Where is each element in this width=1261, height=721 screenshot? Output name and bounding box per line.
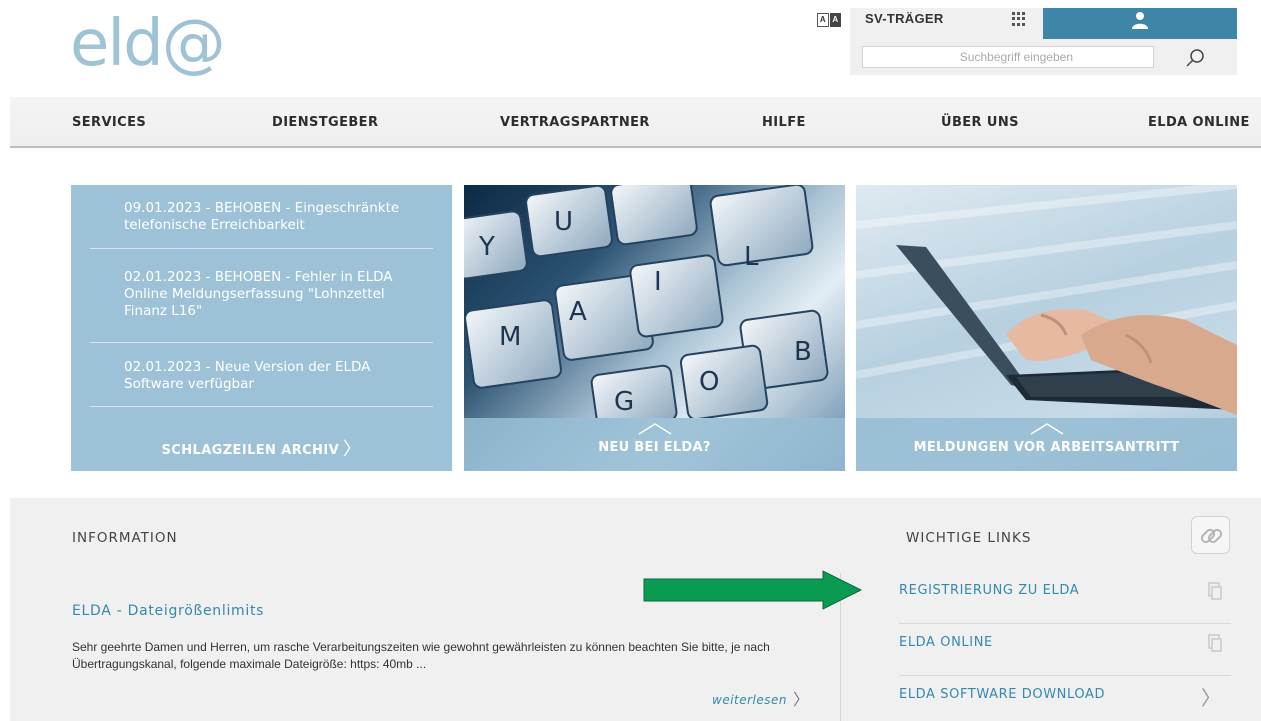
sv-traeger-link[interactable]: SV-TRÄGER [865,11,944,26]
article-title[interactable]: ELDA - Dateigrößenlimits [72,603,264,619]
apps-grid-icon[interactable] [1012,12,1026,26]
read-more-label: weiterlesen [712,693,788,707]
meldungen-caption[interactable]: MELDUNGEN VOR ARBEITSANTRITT [856,418,1237,471]
news-item[interactable]: 02.01.2023 - Neue Version der ELDA Softw… [90,359,433,407]
keyboard-image: Y U L M A I B O G [464,185,829,418]
nav-elda-online[interactable]: ELDA ONLINE [1148,97,1250,148]
links-heading: WICHTIGE LINKS [906,530,1032,546]
key-letter: L [744,242,759,272]
key-letter: G [614,387,634,417]
chevron-right-icon: 〉 [343,439,362,460]
document-icon [1208,634,1222,652]
font-size-small[interactable]: A [817,13,829,27]
news-item[interactable]: 02.01.2023 - BEHOBEN - Fehler in ELDA On… [90,269,433,343]
link-registrierung[interactable]: REGISTRIERUNG ZU ELDA [899,572,1231,624]
article-body: Sehr geehrte Damen und Herren, um rasche… [72,640,770,671]
key-letter: I [654,267,662,297]
news-archive-link[interactable]: SCHLAGZEILEN ARCHIV 〉 [71,435,452,461]
link-label: REGISTRIERUNG ZU ELDA [899,583,1080,598]
neu-bei-elda-label: NEU BEI ELDA? [598,440,711,455]
link-label: ELDA ONLINE [899,635,993,650]
document-icon [1208,582,1222,600]
chevron-right-icon: 〉 [1201,688,1221,710]
key-letter: Y [478,232,495,262]
font-size-large[interactable]: A [829,13,841,27]
information-heading: INFORMATION [72,530,178,546]
search-icon[interactable] [1184,47,1206,69]
chevron-up-icon [638,423,671,435]
key-letter: B [794,337,812,367]
news-archive-label: SCHLAGZEILEN ARCHIV [161,443,340,458]
news-item[interactable]: 09.01.2023 - BEHOBEN - Eingeschränkte te… [90,200,433,249]
nav-hilfe[interactable]: HILFE [762,97,806,148]
link-elda-online[interactable]: ELDA ONLINE [899,624,1231,676]
link-label: ELDA SOFTWARE DOWNLOAD [899,687,1106,702]
search-input[interactable] [862,46,1154,68]
neu-bei-elda-caption[interactable]: NEU BEI ELDA? [464,418,845,471]
laptop-image [856,185,1237,415]
font-size-toggle[interactable]: A A [817,13,841,27]
chevron-up-icon [1030,423,1063,435]
key-letter: M [499,322,521,352]
key-letter: U [554,207,573,237]
meldungen-tile[interactable]: MELDUNGEN VOR ARBEITSANTRITT [856,185,1237,471]
nav-vertragspartner[interactable]: VERTRAGSPARTNER [500,97,650,148]
main-navigation: SERVICES DIENSTGEBER VERTRAGSPARTNER HIL… [10,97,1261,148]
meldungen-label: MELDUNGEN VOR ARBEITSANTRITT [913,440,1180,455]
green-arrow-annotation [643,570,863,610]
news-tile: 09.01.2023 - BEHOBEN - Eingeschränkte te… [71,185,452,471]
nav-services[interactable]: SERVICES [72,97,146,148]
neu-bei-elda-tile[interactable]: Y U L M A I B O G NEU BEI ELDA? [464,185,845,471]
link-software-download[interactable]: ELDA SOFTWARE DOWNLOAD 〉 [899,676,1231,721]
read-more-link[interactable]: weiterlesen 〉 [712,686,810,710]
link-icon [1191,516,1230,554]
nav-dienstgeber[interactable]: DIENSTGEBER [272,97,378,148]
key-letter: O [699,367,719,397]
chevron-right-icon: 〉 [793,690,810,709]
elda-logo[interactable]: eld@ [70,4,226,84]
user-icon [1132,12,1148,29]
nav-ueber-uns[interactable]: ÜBER UNS [941,97,1019,148]
key-letter: A [569,297,587,327]
